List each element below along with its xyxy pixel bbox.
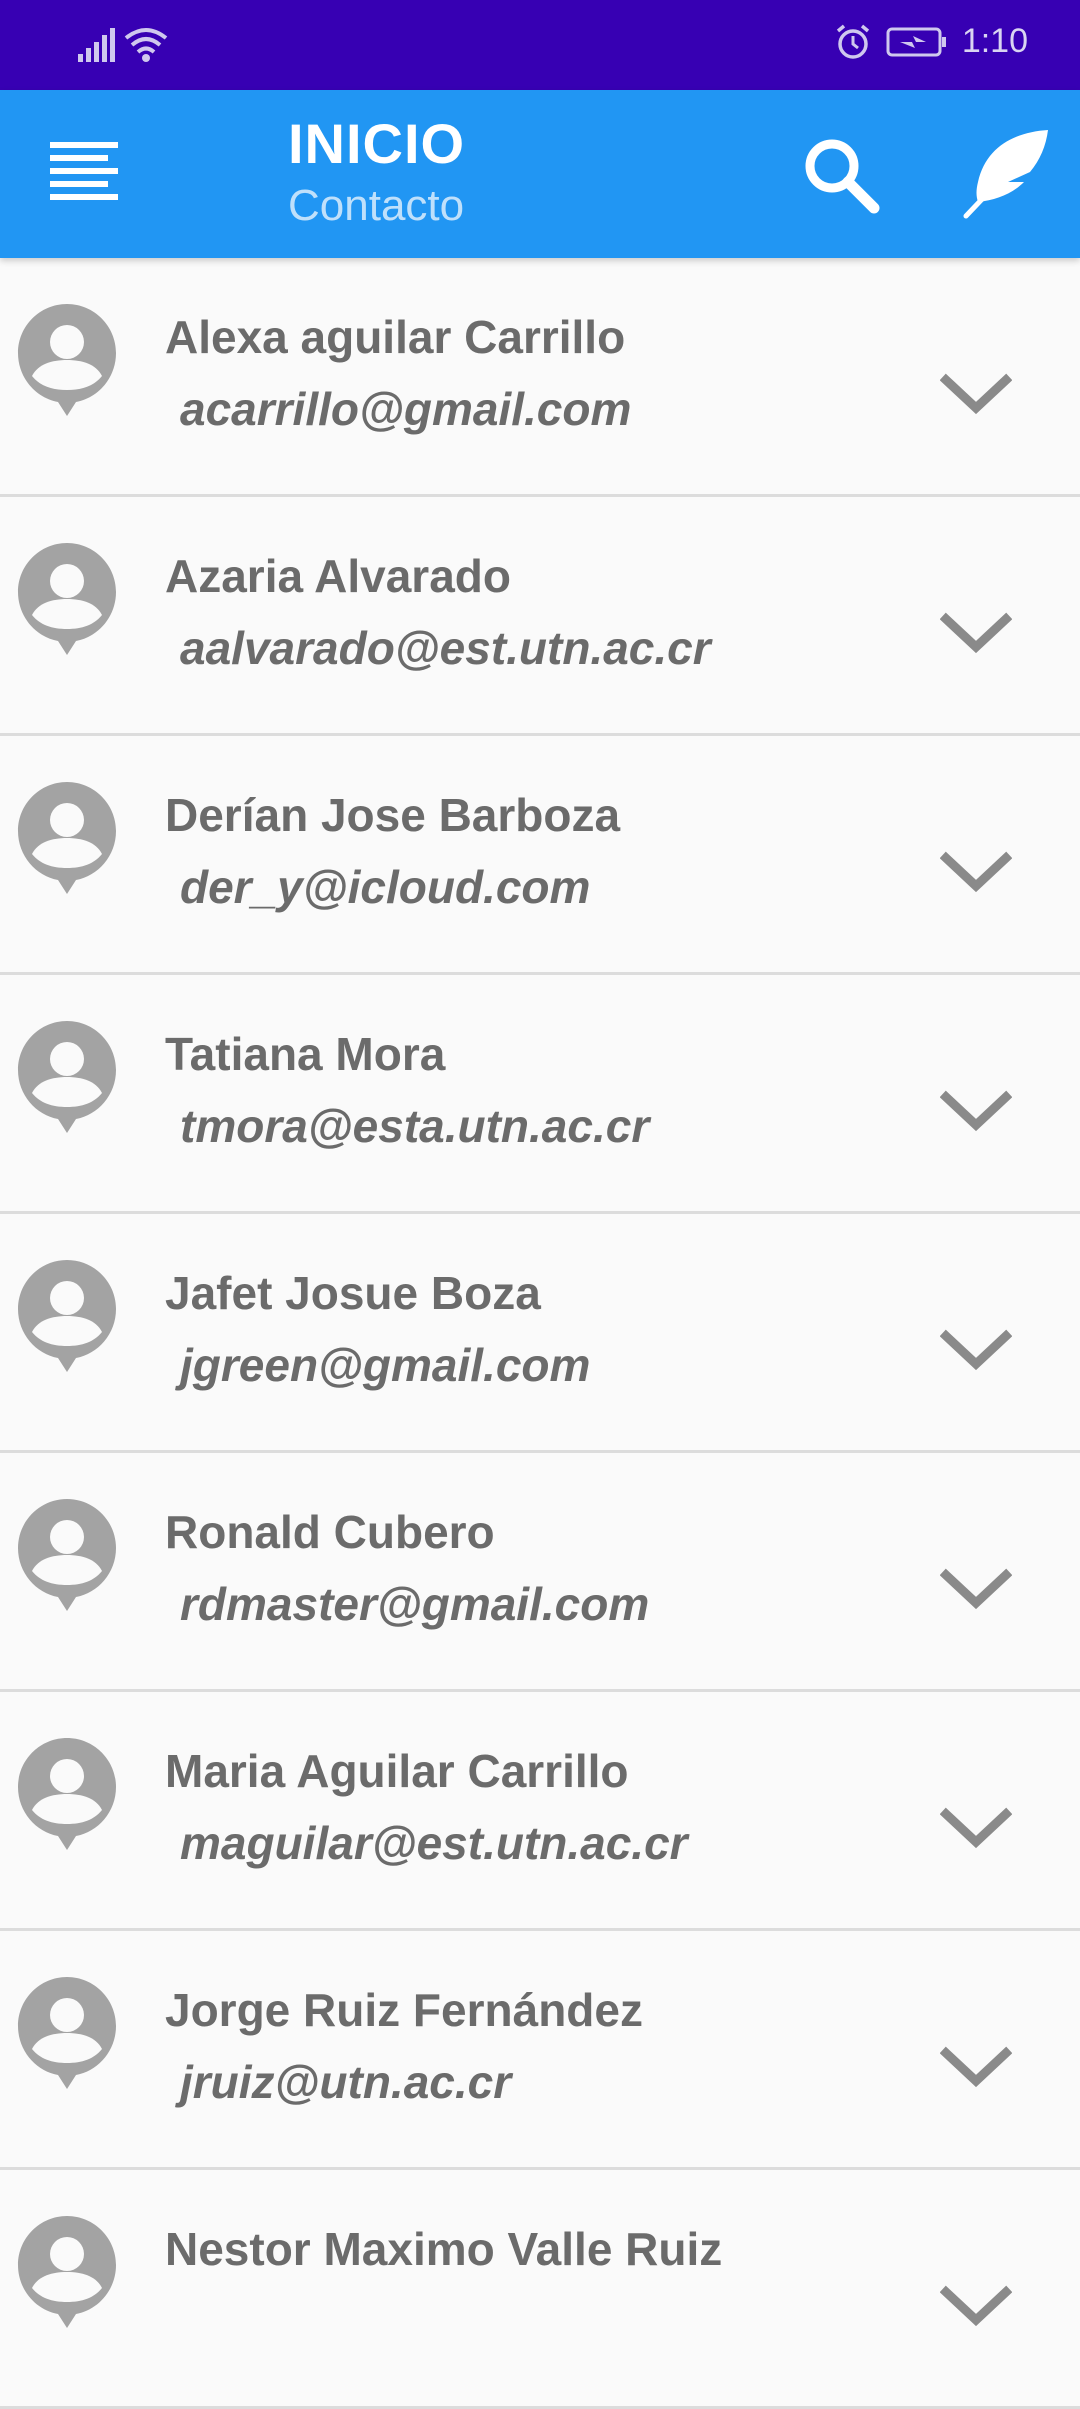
status-left-icons — [76, 26, 168, 62]
chevron-down-icon[interactable] — [940, 2282, 1012, 2330]
person-icon — [18, 304, 116, 416]
contact-email: acarrillo@gmail.com — [180, 383, 632, 435]
contact-row[interactable]: Tatiana Mora tmora@esta.utn.ac.cr — [0, 975, 1080, 1214]
contacts-list: Alexa aguilar Carrillo acarrillo@gmail.c… — [0, 258, 1080, 2409]
contact-email: tmora@esta.utn.ac.cr — [180, 1100, 650, 1152]
contact-name: Azaria Alvarado — [165, 550, 511, 602]
compose-button[interactable] — [956, 124, 1056, 224]
contact-row[interactable]: Jorge Ruiz Fernández jruiz@utn.ac.cr — [0, 1931, 1080, 2170]
contact-name: Alexa aguilar Carrillo — [165, 311, 626, 363]
contact-row[interactable]: Jafet Josue Boza jgreen@gmail.com — [0, 1214, 1080, 1453]
person-icon — [18, 1260, 116, 1372]
contact-row[interactable]: Maria Aguilar Carrillo maguilar@est.utn.… — [0, 1692, 1080, 1931]
feather-icon — [963, 130, 1048, 219]
contact-row[interactable]: Derían Jose Barboza der_y@icloud.com — [0, 736, 1080, 975]
chevron-down-icon[interactable] — [940, 370, 1012, 418]
contact-name: Jorge Ruiz Fernández — [165, 1984, 643, 2036]
page-subtitle: Contacto — [288, 181, 465, 230]
contact-email: maguilar@est.utn.ac.cr — [180, 1817, 688, 1869]
person-icon — [18, 782, 116, 894]
person-icon — [18, 1738, 116, 1850]
chevron-down-icon[interactable] — [940, 1804, 1012, 1852]
contact-name: Derían Jose Barboza — [165, 789, 621, 841]
contact-name: Maria Aguilar Carrillo — [165, 1745, 629, 1797]
battery-charging-icon — [886, 27, 946, 56]
menu-icon — [50, 142, 118, 200]
person-icon — [18, 1977, 116, 2089]
person-icon — [18, 543, 116, 655]
menu-button[interactable] — [40, 132, 130, 216]
contact-row[interactable]: Alexa aguilar Carrillo acarrillo@gmail.c… — [0, 258, 1080, 497]
signal-icon — [78, 28, 115, 62]
wifi-icon — [124, 28, 168, 62]
person-icon — [18, 2216, 116, 2328]
contact-row[interactable]: Azaria Alvarado aalvarado@est.utn.ac.cr — [0, 497, 1080, 736]
app-bar: INICIO Contacto — [0, 90, 1080, 258]
contact-row[interactable]: Nestor Maximo Valle Ruiz — [0, 2170, 1080, 2409]
contact-name: Nestor Maximo Valle Ruiz — [165, 2223, 723, 2275]
status-bar: 1:10 — [0, 0, 1080, 90]
contact-email: jruiz@utn.ac.cr — [180, 2056, 512, 2108]
chevron-down-icon[interactable] — [940, 1087, 1012, 1135]
chevron-down-icon[interactable] — [940, 1565, 1012, 1613]
contact-name: Tatiana Mora — [165, 1028, 446, 1080]
chevron-down-icon[interactable] — [940, 1326, 1012, 1374]
contact-email: aalvarado@est.utn.ac.cr — [180, 622, 711, 674]
person-icon — [18, 1021, 116, 1133]
chevron-down-icon[interactable] — [940, 2043, 1012, 2091]
contact-email: rdmaster@gmail.com — [180, 1578, 650, 1630]
alarm-icon — [836, 24, 869, 59]
contact-email: jgreen@gmail.com — [180, 1339, 591, 1391]
person-icon — [18, 1499, 116, 1611]
app-bar-titles: INICIO Contacto — [288, 110, 465, 234]
contact-email: der_y@icloud.com — [180, 861, 591, 913]
contact-row[interactable]: Ronald Cubero rdmaster@gmail.com — [0, 1453, 1080, 1692]
search-icon — [805, 139, 880, 214]
contact-name: Ronald Cubero — [165, 1506, 495, 1558]
chevron-down-icon[interactable] — [940, 848, 1012, 896]
search-button[interactable] — [800, 134, 884, 218]
status-right: 1:10 — [834, 22, 1028, 61]
contact-name: Jafet Josue Boza — [165, 1267, 541, 1319]
chevron-down-icon[interactable] — [940, 609, 1012, 657]
page-title: INICIO — [288, 112, 466, 175]
clock-time: 1:10 — [961, 22, 1028, 60]
